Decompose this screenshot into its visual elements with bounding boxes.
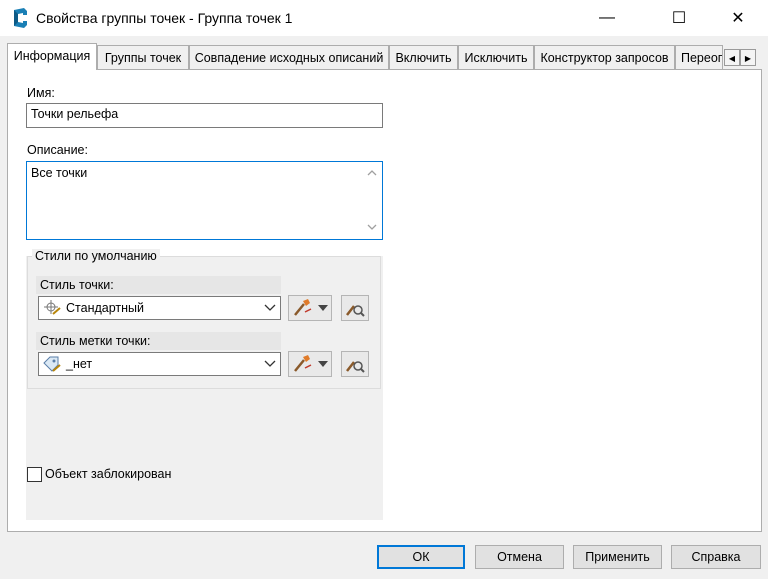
point-label-style-value: _нет: [66, 357, 93, 371]
point-style-edit-button[interactable]: [288, 295, 332, 321]
object-locked-checkbox[interactable]: [27, 467, 42, 482]
point-style-label: Стиль точки:: [36, 276, 281, 294]
point-label-style-edit-button[interactable]: [288, 351, 332, 377]
help-button[interactable]: Справка: [671, 545, 761, 569]
tab-scroll-left-button[interactable]: ◀: [724, 49, 740, 66]
point-style-value: Стандартный: [66, 301, 144, 315]
point-style-select[interactable]: Стандартный: [38, 296, 281, 320]
tab-query-builder[interactable]: Конструктор запросов: [534, 45, 675, 69]
style-edit-brush-icon: [294, 299, 312, 316]
point-label-style-select[interactable]: _нет: [38, 352, 281, 376]
name-input[interactable]: Точки рельефа: [26, 103, 383, 128]
apply-button[interactable]: Применить: [573, 545, 662, 569]
ok-button[interactable]: ОК: [377, 545, 465, 569]
tab-include[interactable]: Включить: [389, 45, 458, 69]
civil3d-app-icon: [14, 8, 27, 28]
tab-raw-desc-matching[interactable]: Совпадение исходных описаний: [189, 45, 389, 69]
arrow-left-icon: ◀: [728, 54, 736, 63]
label-style-icon: [43, 356, 61, 372]
description-label: Описание:: [27, 143, 88, 157]
chevron-down-icon: [264, 304, 276, 311]
tab-overrides[interactable]: Переопр: [675, 45, 723, 69]
chevron-down-icon: [264, 360, 276, 367]
description-input[interactable]: Все точки: [26, 161, 383, 240]
style-preview-magnifier-icon: [346, 361, 365, 373]
default-styles-title: Стили по умолчанию: [32, 249, 160, 263]
point-style-preview-button[interactable]: [341, 295, 369, 321]
tab-point-groups[interactable]: Группы точек: [97, 45, 189, 69]
point-style-icon: [44, 300, 61, 315]
style-edit-brush-icon: [294, 355, 312, 372]
object-locked-label: Объект заблокирован: [45, 467, 172, 481]
tab-exclude[interactable]: Исключить: [458, 45, 534, 69]
point-label-style-preview-button[interactable]: [341, 351, 369, 377]
caret-down-icon: [318, 305, 328, 311]
close-icon: ✕: [731, 10, 745, 27]
tab-scroll-right-button[interactable]: ▶: [740, 49, 756, 66]
tab-information[interactable]: Информация: [7, 43, 97, 70]
name-label: Имя:: [27, 86, 55, 100]
minimize-icon: —: [599, 9, 615, 26]
arrow-right-icon: ▶: [744, 54, 752, 63]
close-button[interactable]: ✕: [715, 0, 761, 36]
description-scrollbar[interactable]: [364, 162, 380, 238]
style-preview-magnifier-icon: [346, 305, 365, 317]
point-label-style-label: Стиль метки точки:: [36, 332, 281, 350]
scroll-arrows-icon: [367, 170, 377, 230]
minimize-button[interactable]: —: [584, 0, 630, 36]
window-title: Свойства группы точек - Группа точек 1: [36, 10, 293, 26]
caret-down-icon: [318, 361, 328, 367]
maximize-icon: ☐: [671, 10, 687, 27]
cancel-button[interactable]: Отмена: [475, 545, 564, 569]
maximize-button[interactable]: ☐: [656, 0, 702, 36]
